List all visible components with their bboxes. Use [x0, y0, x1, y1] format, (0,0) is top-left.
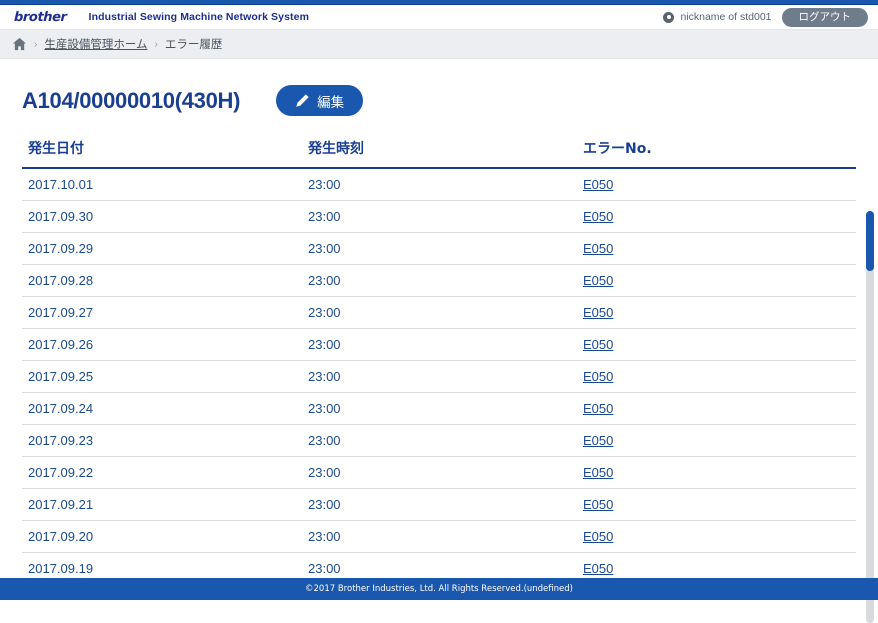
table-row: 2017.09.2223:00 E050 — [22, 457, 856, 489]
error-no-link[interactable]: E050 — [583, 561, 613, 576]
cell-error-no: E050 — [577, 425, 856, 457]
table-row: 2017.09.2023:00 E050 — [22, 521, 856, 553]
breadcrumb-item-home[interactable]: 生産設備管理ホーム — [44, 36, 147, 52]
cell-error-no: E050 — [577, 297, 856, 329]
error-no-link[interactable]: E050 — [583, 497, 613, 512]
cell-time: 23:00 — [302, 233, 577, 265]
error-no-link[interactable]: E050 — [583, 273, 613, 288]
cell-time: 23:00 — [302, 425, 577, 457]
cell-date: 2017.10.01 — [22, 168, 302, 201]
column-header-error-no[interactable]: エラーNo. — [577, 138, 856, 168]
footer: ©2017 Brother Industries, Ltd. All Right… — [0, 578, 878, 600]
table-row: 2017.09.2323:00 E050 — [22, 425, 856, 457]
cell-time: 23:00 — [302, 457, 577, 489]
table-row: 2017.09.2523:00 E050 — [22, 361, 856, 393]
user-label: nickname of std001 — [680, 11, 771, 23]
cell-time: 23:00 — [302, 297, 577, 329]
table-row: 2017.09.2723:00 E050 — [22, 297, 856, 329]
error-no-link[interactable]: E050 — [583, 337, 613, 352]
cell-error-no: E050 — [577, 168, 856, 201]
footer-copyright: ©2017 Brother Industries, Ltd. All Right… — [305, 584, 573, 594]
error-no-link[interactable]: E050 — [583, 305, 613, 320]
cell-time: 23:00 — [302, 265, 577, 297]
user-chip[interactable]: nickname of std001 — [663, 11, 771, 23]
table-row: 2017.10.0123:00 E050 — [22, 168, 856, 201]
cell-date: 2017.09.29 — [22, 233, 302, 265]
cell-error-no: E050 — [577, 233, 856, 265]
error-no-link[interactable]: E050 — [583, 369, 613, 384]
table-head: 発生日付 発生時刻 エラーNo. — [22, 138, 856, 168]
cell-error-no: E050 — [577, 457, 856, 489]
error-no-link[interactable]: E050 — [583, 465, 613, 480]
breadcrumb: › 生産設備管理ホーム › エラー履歴 — [0, 30, 878, 59]
main-content: A104/00000010(430H) 編集 発生日付 発生時刻 エラーNo. … — [0, 59, 878, 579]
error-no-link[interactable]: E050 — [583, 529, 613, 544]
table-header-row: 発生日付 発生時刻 エラーNo. — [22, 138, 856, 168]
error-no-link[interactable]: E050 — [583, 401, 613, 416]
cell-date: 2017.09.20 — [22, 521, 302, 553]
error-no-link[interactable]: E050 — [583, 433, 613, 448]
cell-error-no: E050 — [577, 393, 856, 425]
cell-time: 23:00 — [302, 361, 577, 393]
table-row: 2017.09.2423:00 E050 — [22, 393, 856, 425]
cell-error-no: E050 — [577, 361, 856, 393]
table-body: 2017.10.0123:00E0502017.09.3023:00E05020… — [22, 168, 856, 585]
cell-error-no: E050 — [577, 201, 856, 233]
table-row: 2017.09.2923:00 E050 — [22, 233, 856, 265]
cell-date: 2017.09.28 — [22, 265, 302, 297]
cell-time: 23:00 — [302, 201, 577, 233]
cell-date: 2017.09.30 — [22, 201, 302, 233]
cell-error-no: E050 — [577, 521, 856, 553]
cell-date: 2017.09.27 — [22, 297, 302, 329]
user-circle-icon — [663, 12, 674, 23]
logout-button[interactable]: ログアウト — [782, 8, 869, 27]
vertical-scrollbar-track[interactable] — [866, 211, 874, 623]
edit-button-label: 編集 — [317, 91, 344, 111]
header-right-group: nickname of std001 ログアウト — [663, 8, 868, 27]
breadcrumb-separator-1: › — [34, 39, 37, 50]
cell-date: 2017.09.25 — [22, 361, 302, 393]
error-no-link[interactable]: E050 — [583, 177, 613, 192]
app-header: brother Industrial Sewing Machine Networ… — [0, 5, 878, 30]
table-row: 2017.09.2823:00 E050 — [22, 265, 856, 297]
cell-date: 2017.09.22 — [22, 457, 302, 489]
cell-time: 23:00 — [302, 521, 577, 553]
breadcrumb-item-error-history: エラー履歴 — [165, 36, 223, 52]
breadcrumb-separator-2: › — [155, 39, 158, 50]
error-no-link[interactable]: E050 — [583, 209, 613, 224]
cell-date: 2017.09.26 — [22, 329, 302, 361]
home-icon[interactable] — [12, 37, 27, 51]
error-history-table: 発生日付 発生時刻 エラーNo. 2017.10.0123:00E0502017… — [22, 138, 856, 585]
column-header-date[interactable]: 発生日付 — [22, 138, 302, 168]
cell-error-no: E050 — [577, 265, 856, 297]
error-no-link[interactable]: E050 — [583, 241, 613, 256]
cell-date: 2017.09.23 — [22, 425, 302, 457]
column-header-time[interactable]: 発生時刻 — [302, 138, 577, 168]
cell-time: 23:00 — [302, 489, 577, 521]
table-row: 2017.09.3023:00 E050 — [22, 201, 856, 233]
vertical-scrollbar-thumb[interactable] — [866, 211, 874, 271]
page-head: A104/00000010(430H) 編集 — [22, 59, 856, 122]
edit-button[interactable]: 編集 — [276, 85, 363, 116]
cell-error-no: E050 — [577, 489, 856, 521]
table-row: 2017.09.2623:00 E050 — [22, 329, 856, 361]
cell-date: 2017.09.21 — [22, 489, 302, 521]
brother-logo: brother — [14, 11, 67, 24]
cell-date: 2017.09.24 — [22, 393, 302, 425]
error-history-table-wrap: 発生日付 発生時刻 エラーNo. 2017.10.0123:00E0502017… — [22, 138, 856, 585]
table-row: 2017.09.2123:00 E050 — [22, 489, 856, 521]
cell-time: 23:00 — [302, 168, 577, 201]
pencil-icon — [295, 93, 310, 108]
cell-error-no: E050 — [577, 329, 856, 361]
page-title: A104/00000010(430H) — [22, 88, 240, 114]
cell-time: 23:00 — [302, 393, 577, 425]
cell-time: 23:00 — [302, 329, 577, 361]
app-title: Industrial Sewing Machine Network System — [89, 11, 309, 23]
